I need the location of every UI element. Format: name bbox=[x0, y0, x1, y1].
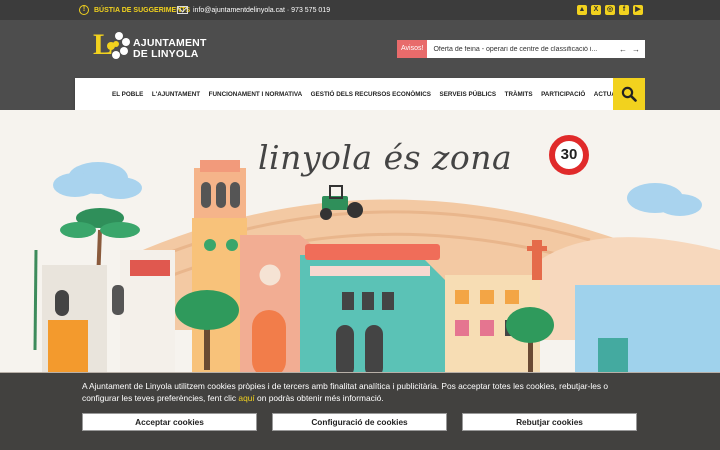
x-icon[interactable]: X bbox=[591, 5, 601, 15]
accept-cookies-button[interactable]: Acceptar cookies bbox=[82, 413, 257, 431]
notice-ticker[interactable]: Avisos! Oferta de feina - operari de cen… bbox=[397, 40, 645, 58]
reject-cookies-button[interactable]: Rebutjar cookies bbox=[462, 413, 637, 431]
search-icon bbox=[621, 86, 637, 102]
search-button[interactable] bbox=[613, 78, 645, 110]
cookie-info-link[interactable]: aquí bbox=[238, 393, 254, 403]
cookie-banner: A Ajuntament de Linyola utilitzem cookie… bbox=[0, 373, 720, 450]
main-nav: EL POBLE L'AJUNTAMENT FUNCIONAMENT I NOR… bbox=[75, 78, 633, 110]
suggestions-label: BÚSTIA DE SUGGERIMENTS bbox=[94, 6, 191, 14]
cookie-text-part2: on podràs obtenir més informació. bbox=[254, 393, 384, 403]
notice-tag: Avisos! bbox=[397, 40, 428, 58]
social-links: ▲ X ◎ f ▶ bbox=[577, 5, 643, 15]
speed-limit-sign: 30 bbox=[549, 135, 589, 175]
youtube-icon[interactable]: ▶ bbox=[633, 5, 643, 15]
suggestions-link[interactable]: ! BÚSTIA DE SUGGERIMENTS bbox=[79, 0, 190, 20]
contact-link[interactable]: info@ajuntamentdelinyola.cat · 973 575 0… bbox=[177, 0, 330, 20]
notice-text[interactable]: Oferta de feina - operari de centre de c… bbox=[427, 46, 619, 53]
hero-slogan: linyola és zona bbox=[258, 138, 513, 177]
nav-item-tramits[interactable]: TRÀMITS bbox=[505, 91, 533, 98]
facebook-icon[interactable]: f bbox=[619, 5, 629, 15]
exclamation-icon: ! bbox=[79, 5, 89, 15]
instagram-icon[interactable]: ◎ bbox=[605, 5, 615, 15]
nav-item-funcionament[interactable]: FUNCIONAMENT I NORMATIVA bbox=[209, 91, 303, 98]
social-icon-1[interactable]: ▲ bbox=[577, 5, 587, 15]
logo-mark: L bbox=[93, 30, 133, 66]
arrow-right-icon[interactable]: → bbox=[632, 45, 640, 54]
top-bar: ! BÚSTIA DE SUGGERIMENTS info@ajuntament… bbox=[0, 0, 720, 20]
site-logo[interactable]: L AJUNTAMENT DE LINYOLA bbox=[93, 30, 207, 66]
nav-item-serveis[interactable]: SERVEIS PÚBLICS bbox=[440, 91, 497, 98]
cookie-text: A Ajuntament de Linyola utilitzem cookie… bbox=[82, 380, 642, 404]
nav-item-participacio[interactable]: PARTICIPACIÓ bbox=[541, 91, 585, 98]
contact-label: info@ajuntamentdelinyola.cat · 973 575 0… bbox=[193, 6, 331, 14]
nav-item-gestio[interactable]: GESTIÓ DELS RECURSOS ECONÒMICS bbox=[311, 91, 431, 98]
envelope-icon bbox=[177, 6, 188, 14]
logo-line2: DE LINYOLA bbox=[133, 48, 199, 60]
nav-item-ajuntament[interactable]: L'AJUNTAMENT bbox=[152, 91, 200, 98]
configure-cookies-button[interactable]: Configuració de cookies bbox=[272, 413, 447, 431]
nav-item-el-poble[interactable]: EL POBLE bbox=[112, 91, 143, 98]
arrow-left-icon[interactable]: ← bbox=[619, 45, 627, 54]
